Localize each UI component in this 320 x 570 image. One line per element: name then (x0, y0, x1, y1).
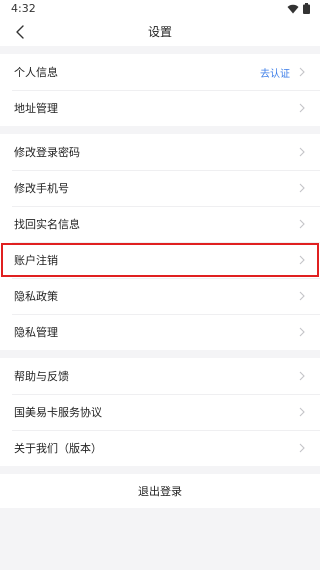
chevron-right-icon (297, 147, 307, 157)
chevron-right-icon (297, 103, 307, 113)
settings-group-about: 帮助与反馈 国美易卡服务协议 关于我们（版本） (0, 358, 320, 466)
chevron-right-icon (297, 291, 307, 301)
wifi-icon (287, 4, 299, 13)
settings-item-label: 帮助与反馈 (14, 370, 69, 383)
settings-item-label: 国美易卡服务协议 (14, 406, 102, 419)
settings-item-label: 隐私政策 (14, 290, 58, 303)
chevron-right-icon (297, 443, 307, 453)
settings-item-service-agreement[interactable]: 国美易卡服务协议 (0, 394, 320, 430)
chevron-right-icon (297, 219, 307, 229)
settings-group-account: 修改登录密码 修改手机号 找回实名信息 账户注销 隐私政策 隐私管理 (0, 134, 320, 350)
status-icons (287, 3, 310, 14)
settings-group-profile: 个人信息 去认证 地址管理 (0, 54, 320, 126)
settings-item-change-phone[interactable]: 修改手机号 (0, 170, 320, 206)
settings-item-about-us[interactable]: 关于我们（版本） (0, 430, 320, 466)
page-title: 设置 (147, 25, 172, 39)
chevron-right-icon (297, 327, 307, 337)
settings-item-label: 关于我们（版本） (14, 442, 102, 455)
chevron-right-icon (297, 255, 307, 265)
chevron-right-icon (297, 371, 307, 381)
settings-item-help-feedback[interactable]: 帮助与反馈 (0, 358, 320, 394)
settings-item-privacy-policy[interactable]: 隐私政策 (0, 278, 320, 314)
settings-item-personal-info[interactable]: 个人信息 去认证 (0, 54, 320, 90)
settings-item-recover-identity[interactable]: 找回实名信息 (0, 206, 320, 242)
status-bar: 4:32 (0, 0, 320, 18)
settings-item-change-password[interactable]: 修改登录密码 (0, 134, 320, 170)
settings-item-label: 个人信息 (14, 66, 58, 79)
settings-item-address[interactable]: 地址管理 (0, 90, 320, 126)
settings-item-label: 地址管理 (14, 102, 58, 115)
settings-item-label: 隐私管理 (14, 326, 58, 339)
settings-item-delete-account[interactable]: 账户注销 (0, 242, 320, 278)
settings-item-label: 账户注销 (14, 254, 58, 267)
settings-item-label: 修改手机号 (14, 182, 69, 195)
settings-item-label: 修改登录密码 (14, 146, 80, 159)
settings-item-privacy-management[interactable]: 隐私管理 (0, 314, 320, 350)
settings-item-label: 找回实名信息 (14, 218, 80, 231)
chevron-right-icon (297, 67, 307, 77)
chevron-right-icon (297, 183, 307, 193)
status-time: 4:32 (11, 2, 36, 15)
chevron-right-icon (297, 407, 307, 417)
battery-icon (303, 3, 310, 14)
logout-button[interactable]: 退出登录 (0, 474, 320, 508)
logout-section: 退出登录 (0, 474, 320, 508)
verify-link[interactable]: 去认证 (260, 65, 290, 80)
nav-bar: 设置 (0, 18, 320, 46)
